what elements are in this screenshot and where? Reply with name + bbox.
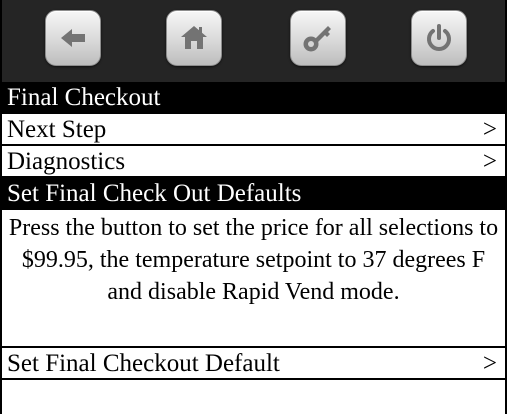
- set-final-checkout-default-button[interactable]: Set Final Checkout Default >: [2, 348, 505, 380]
- screen: Final Checkout Next Step > Diagnostics >…: [0, 0, 507, 414]
- chevron-right-icon: >: [482, 116, 497, 143]
- section-title: Set Final Check Out Defaults: [7, 180, 302, 207]
- menu-item-label: Diagnostics: [7, 148, 126, 175]
- key-button[interactable]: [290, 10, 346, 66]
- chevron-right-icon: >: [482, 350, 497, 377]
- menu-item-diagnostics[interactable]: Diagnostics >: [2, 146, 505, 178]
- home-button[interactable]: [166, 10, 222, 66]
- section-header-defaults: Set Final Check Out Defaults: [2, 178, 505, 210]
- key-icon: [303, 26, 331, 52]
- section-title: Final Checkout: [7, 84, 161, 111]
- menu-item-label: Next Step: [7, 116, 107, 143]
- menu-item-label: Set Final Checkout Default: [7, 350, 280, 377]
- back-button[interactable]: [45, 10, 101, 66]
- power-button[interactable]: [411, 10, 467, 66]
- home-icon: [181, 26, 207, 49]
- chevron-right-icon: >: [482, 148, 497, 175]
- toolbar: [2, 0, 505, 82]
- back-arrow-icon: [61, 29, 85, 47]
- power-icon: [427, 24, 451, 51]
- menu-item-next-step[interactable]: Next Step >: [2, 114, 505, 146]
- section-header-final-checkout: Final Checkout: [2, 82, 505, 114]
- description-text: Press the button to set the price for al…: [2, 210, 505, 348]
